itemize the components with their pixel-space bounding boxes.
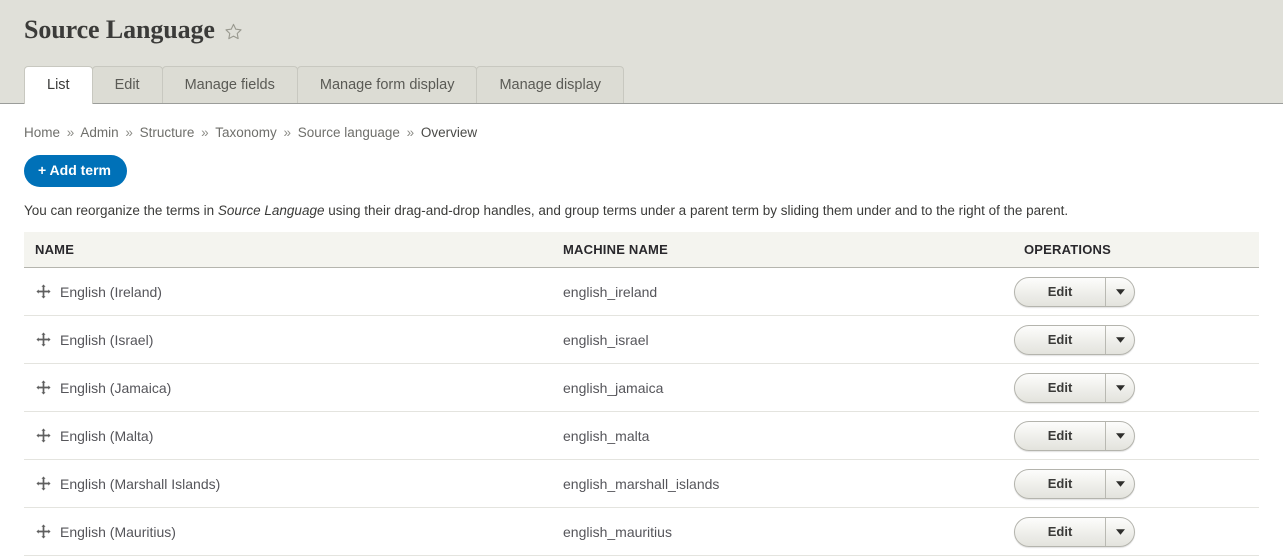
page-header: Source Language List Edit Manage fields … [0, 0, 1283, 104]
tab-list[interactable]: List [24, 66, 93, 104]
term-machine-name: english_israel [552, 315, 1013, 365]
table-row: English (Jamaica) english_jamaica Edit [24, 363, 1259, 413]
primary-tabs: List Edit Manage fields Manage form disp… [24, 66, 625, 104]
tab-manage-display[interactable]: Manage display [476, 66, 625, 103]
chevron-down-icon[interactable] [1105, 373, 1134, 402]
term-name-cell: English (Mauritius) [24, 507, 552, 556]
page-title-row: Source Language [0, 0, 1283, 43]
tab-label: Manage fields [184, 77, 275, 94]
breadcrumb-item-admin[interactable]: Admin [80, 125, 118, 140]
breadcrumb-item-home[interactable]: Home [24, 125, 60, 140]
chevron-down-icon[interactable] [1105, 421, 1134, 450]
operations-dropbutton: Edit [1014, 324, 1135, 355]
tab-label: Manage display [499, 77, 602, 94]
operations-dropbutton: Edit [1014, 276, 1135, 307]
breadcrumb-separator: » [283, 125, 292, 140]
table-row: English (Ireland) english_ireland Edit [24, 267, 1259, 317]
edit-button[interactable]: Edit [1015, 422, 1105, 450]
term-name-cell: English (Israel) [24, 315, 552, 365]
help-text-after: using their drag-and-drop handles, and g… [324, 202, 1069, 218]
breadcrumb-separator: » [125, 125, 133, 140]
term-operations-cell: Edit [1013, 363, 1259, 413]
breadcrumb-item-source-language[interactable]: Source language [298, 125, 400, 140]
breadcrumb-item-structure[interactable]: Structure [140, 125, 195, 140]
terms-table-head: NAME MACHINE NAME OPERATIONS [24, 232, 1259, 269]
move-cross-icon[interactable] [35, 380, 51, 396]
help-text-emphasis: Source Language [217, 202, 325, 218]
term-machine-name: english_malta [552, 411, 1013, 461]
terms-table-body: English (Ireland) english_ireland Edit E… [24, 267, 1259, 556]
chevron-down-icon[interactable] [1105, 469, 1134, 498]
edit-button[interactable]: Edit [1015, 374, 1105, 402]
tab-label: Manage form display [319, 77, 455, 94]
help-text-before: You can reorganize the terms in [24, 202, 218, 218]
edit-button[interactable]: Edit [1015, 326, 1105, 354]
move-cross-icon[interactable] [35, 428, 51, 444]
breadcrumb-separator: » [66, 125, 75, 140]
move-cross-icon[interactable] [35, 476, 51, 492]
table-row: English (Malta) english_malta Edit [24, 411, 1259, 461]
breadcrumb-item-taxonomy[interactable]: Taxonomy [215, 125, 277, 140]
term-name-link[interactable]: English (Malta) [60, 428, 153, 444]
column-header-operations: OPERATIONS [1013, 232, 1259, 269]
term-machine-name: english_mauritius [552, 507, 1013, 556]
table-row: English (Marshall Islands) english_marsh… [24, 459, 1259, 509]
tab-manage-fields[interactable]: Manage fields [161, 66, 298, 103]
term-name-link[interactable]: English (Israel) [60, 332, 153, 348]
term-name-link[interactable]: English (Marshall Islands) [60, 476, 220, 492]
chevron-down-icon[interactable] [1105, 325, 1134, 354]
breadcrumb-separator: » [406, 125, 415, 140]
operations-dropbutton: Edit [1014, 372, 1135, 403]
add-term-button[interactable]: + Add term [24, 155, 127, 187]
term-machine-name: english_marshall_islands [552, 459, 1013, 509]
move-cross-icon[interactable] [35, 284, 51, 300]
table-row: English (Mauritius) english_mauritius Ed… [24, 507, 1259, 556]
tab-edit[interactable]: Edit [91, 66, 163, 103]
star-outline-icon[interactable] [224, 22, 243, 41]
term-name-cell: English (Ireland) [24, 267, 552, 317]
page-title: Source Language [24, 15, 215, 44]
term-name-link[interactable]: English (Ireland) [60, 284, 162, 300]
edit-button[interactable]: Edit [1015, 518, 1105, 546]
term-name-cell: English (Malta) [24, 411, 552, 461]
operations-dropbutton: Edit [1014, 468, 1135, 499]
action-row: + Add term [24, 141, 1259, 187]
operations-dropbutton: Edit [1014, 516, 1135, 547]
breadcrumb-item-overview: Overview [420, 125, 478, 140]
term-operations-cell: Edit [1013, 267, 1259, 317]
term-operations-cell: Edit [1013, 507, 1259, 556]
table-row: English (Israel) english_israel Edit [24, 315, 1259, 365]
breadcrumb-separator: » [201, 125, 209, 140]
operations-dropbutton: Edit [1014, 420, 1135, 451]
term-operations-cell: Edit [1013, 315, 1259, 365]
edit-button[interactable]: Edit [1015, 278, 1105, 306]
term-name-link[interactable]: English (Jamaica) [60, 380, 171, 396]
column-header-machine-name: MACHINE NAME [552, 232, 1013, 269]
term-machine-name: english_ireland [552, 267, 1013, 317]
term-machine-name: english_jamaica [552, 363, 1013, 413]
move-cross-icon[interactable] [35, 524, 51, 540]
term-name-cell: English (Jamaica) [24, 363, 552, 413]
table-header-row: NAME MACHINE NAME OPERATIONS [24, 232, 1259, 269]
term-operations-cell: Edit [1013, 459, 1259, 509]
term-operations-cell: Edit [1013, 411, 1259, 461]
tab-label: Edit [114, 77, 140, 94]
page-content: Home » Admin » Structure » Taxonomy » So… [0, 104, 1283, 556]
term-name-cell: English (Marshall Islands) [24, 459, 552, 509]
column-header-name: NAME [24, 232, 552, 269]
tab-manage-form-display[interactable]: Manage form display [296, 66, 478, 103]
edit-button[interactable]: Edit [1015, 470, 1105, 498]
breadcrumb: Home » Admin » Structure » Taxonomy » So… [24, 104, 1259, 141]
chevron-down-icon[interactable] [1105, 517, 1134, 546]
terms-table: NAME MACHINE NAME OPERATIONS English (Ir… [24, 232, 1259, 556]
chevron-down-icon[interactable] [1105, 277, 1134, 306]
help-text: You can reorganize the terms in Source L… [24, 187, 1259, 220]
move-cross-icon[interactable] [35, 332, 51, 348]
term-name-link[interactable]: English (Mauritius) [60, 524, 176, 540]
tab-label: List [47, 77, 70, 94]
